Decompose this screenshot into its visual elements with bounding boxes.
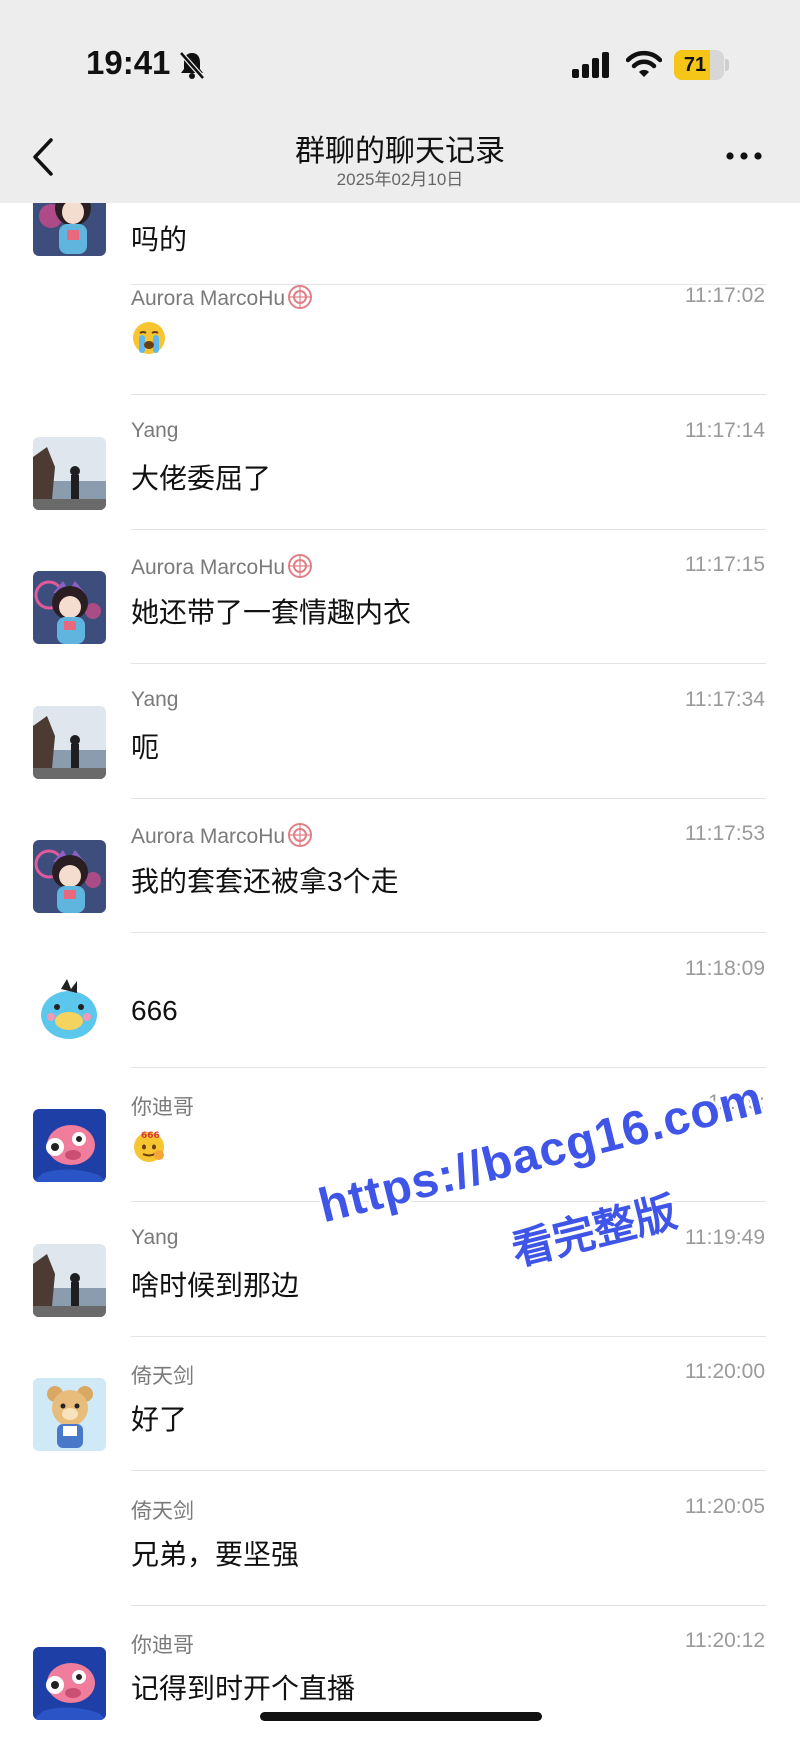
message-time: 11:18:09 [684, 957, 765, 980]
bell-muted-icon [179, 51, 205, 80]
message-divider [131, 663, 766, 664]
chat-message[interactable]: 你迪哥 11:20:12 记得到时开个直播 [0, 1629, 800, 1763]
message-text: 大佬委屈了 [131, 463, 272, 494]
message-divider [131, 798, 766, 799]
message-time: 11:17:34 [684, 688, 765, 711]
crying-face-emoji-icon [131, 320, 167, 356]
message-text: 吗的 [131, 224, 188, 255]
message-text: 666 [131, 995, 178, 1026]
666-face-emoji-icon: 666 [131, 1127, 167, 1163]
avatar-seaside[interactable] [33, 706, 106, 779]
sender-name: 你迪哥 [131, 1096, 194, 1119]
svg-text:666: 666 [141, 1131, 160, 1141]
sender-name: Aurora MarcoHu [131, 284, 313, 311]
chat-message[interactable]: Yang 11:17:34 呃 [0, 688, 800, 822]
cellular-signal-icon [572, 52, 609, 78]
sender-name: 倚天剑 [131, 1500, 194, 1523]
status-time: 19:41 [86, 44, 171, 81]
message-text: 她还带了一套情趣内衣 [131, 597, 412, 628]
chat-message[interactable]: Yang 11:17:14 大佬委屈了 [0, 419, 800, 553]
message-text: 记得到时开个直播 [131, 1673, 356, 1704]
message-text: 啥时候到那边 [131, 1270, 300, 1301]
chat-message[interactable]: 11:18:09 666 [0, 957, 800, 1091]
message-text: 兄弟，要坚强 [131, 1539, 300, 1570]
sender-name: 你迪哥 [131, 1634, 194, 1657]
message-divider [131, 1470, 766, 1471]
battery-level-text: 71 [683, 54, 707, 76]
sender-name: 倚天剑 [131, 1365, 194, 1388]
avatar-pink-pig[interactable] [33, 1109, 106, 1182]
avatar-bear[interactable] [33, 1378, 106, 1451]
flower-badge-icon [287, 284, 313, 310]
chat-message[interactable]: Aurora MarcoHu 11:17:15 她还带了一套情趣内衣 [0, 553, 800, 687]
message-text: 呃 [131, 732, 160, 763]
chat-message[interactable]: Aurora MarcoHu 11:17:53 我的套套还被拿3个走 [0, 822, 800, 956]
message-time: 11:19:49 [684, 1226, 765, 1249]
flower-badge-icon [287, 553, 313, 579]
sender-name: Aurora MarcoHu [131, 822, 313, 849]
avatar-anime-girl[interactable] [33, 840, 106, 913]
message-divider [131, 394, 766, 395]
chat-message[interactable]: Yang 11:19:49 啥时候到那边 [0, 1226, 800, 1360]
chat-message[interactable]: Aurora MarcoHu 11:17:02 [0, 284, 800, 418]
message-text: 我的套套还被拿3个走 [131, 866, 399, 897]
battery-indicator: 71 [674, 50, 724, 80]
home-indicator[interactable] [260, 1712, 542, 1721]
message-divider [131, 529, 766, 530]
avatar-blue-bird[interactable] [33, 971, 106, 1044]
more-options-icon[interactable] [724, 146, 764, 166]
sender-name: Aurora MarcoHu [131, 553, 313, 580]
message-time: 11:17:15 [684, 553, 765, 576]
battery-cap [725, 59, 729, 71]
sender-name: Yang [131, 688, 179, 711]
message-time: 11:20:12 [684, 1629, 765, 1652]
message-time: 11:17:14 [684, 419, 765, 442]
avatar-pink-pig[interactable] [33, 1647, 106, 1720]
message-time: 11:17:02 [684, 284, 765, 307]
message-time: 11:20:05 [684, 1495, 765, 1518]
message-divider [131, 1336, 766, 1337]
wifi-icon [626, 50, 662, 77]
flower-badge-icon [287, 822, 313, 848]
message-time: 11:17:53 [684, 822, 765, 845]
top-header: 19:41 71 群聊的聊天记录 2025年02月10日 [0, 0, 800, 203]
message-divider [131, 932, 766, 933]
chat-message[interactable]: 倚天剑 11:20:00 好了 [0, 1360, 800, 1494]
page-title: 群聊的聊天记录 [295, 135, 505, 168]
sender-name: Yang [131, 1226, 179, 1249]
message-time: 11:20:00 [684, 1360, 765, 1383]
chat-message[interactable]: 倚天剑 11:20:05 兄弟，要坚强 [0, 1495, 800, 1629]
message-divider [131, 1067, 766, 1068]
page-subtitle-date: 2025年02月10日 [336, 170, 464, 189]
message-divider [131, 1605, 766, 1606]
avatar-seaside[interactable] [33, 437, 106, 510]
avatar-seaside[interactable] [33, 1244, 106, 1317]
sender-name: Yang [131, 419, 179, 442]
message-text: 好了 [131, 1404, 188, 1435]
avatar-anime-girl[interactable] [33, 571, 106, 644]
